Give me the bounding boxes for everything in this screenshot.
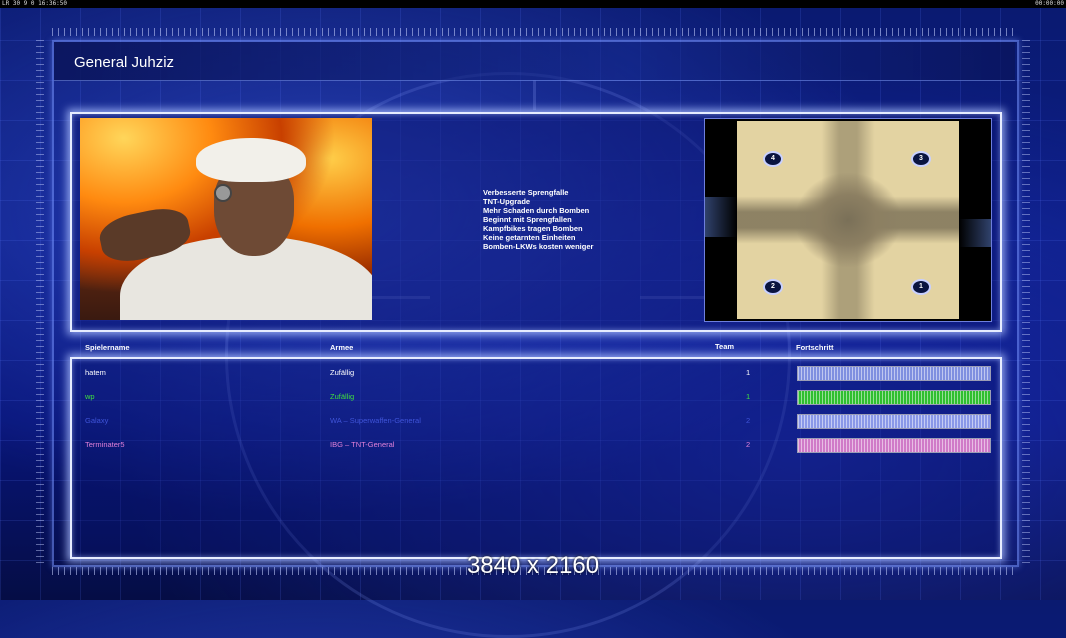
progress-bar xyxy=(797,390,991,405)
status-bar: LR 30 9 0 16:36:50 00:00:00 xyxy=(0,0,1066,8)
player-team: 2 xyxy=(746,440,751,449)
player-name: Galaxy xyxy=(85,416,109,425)
player-row: Galaxy WA – Superwaffen-General 2 xyxy=(0,413,1066,429)
ruler-right xyxy=(1022,40,1030,563)
portrait-earpiece xyxy=(214,184,232,202)
progress-fill xyxy=(798,439,990,452)
portrait-turban xyxy=(196,138,306,182)
player-team: 1 xyxy=(746,392,751,401)
map-preview: 4 3 2 1 xyxy=(704,118,992,322)
player-name: Terminater5 xyxy=(85,440,125,449)
briefing-line: Bomben-LKWs kosten weniger xyxy=(483,242,594,251)
header-team: Team xyxy=(715,342,735,351)
player-team: 1 xyxy=(746,368,751,377)
spawn-marker-4: 4 xyxy=(763,151,783,167)
player-army: WA – Superwaffen-General xyxy=(330,416,421,425)
progress-fill xyxy=(798,415,990,428)
spawn-marker-3: 3 xyxy=(911,151,931,167)
player-list-panel xyxy=(70,357,1002,559)
player-name: wp xyxy=(85,392,95,401)
spawn-marker-2: 2 xyxy=(763,279,783,295)
progress-bar xyxy=(797,438,991,453)
header-army: Armee xyxy=(330,343,354,352)
status-left: LR 30 9 0 16:36:50 xyxy=(2,0,68,7)
spawn-marker-1: 1 xyxy=(911,279,931,295)
resolution-overlay: 3840 x 2160 xyxy=(466,552,600,579)
map-terrain: 4 3 2 1 xyxy=(737,121,959,319)
status-clock: 00:00:00 xyxy=(1035,0,1064,7)
ruler-left xyxy=(36,40,44,563)
map-edge-right xyxy=(959,219,991,247)
player-army: Zufällig xyxy=(330,392,355,401)
player-row: hatem Zufällig 1 xyxy=(0,365,1066,381)
header-progress: Fortschritt xyxy=(796,343,834,352)
general-portrait xyxy=(80,118,372,320)
player-army: Zufällig xyxy=(330,368,355,377)
player-team: 2 xyxy=(746,416,751,425)
briefing-line: Keine getarnten Einheiten xyxy=(483,233,576,242)
progress-fill xyxy=(798,367,990,380)
progress-bar xyxy=(797,366,991,381)
header-player-name: Spielername xyxy=(85,343,130,352)
briefing-line: Kampfbikes tragen Bomben xyxy=(483,224,583,233)
player-army: IBG – TNT-General xyxy=(330,440,395,449)
map-edge-left xyxy=(705,197,737,237)
title-band xyxy=(54,42,1015,81)
briefing-line: Beginnt mit Sprengfallen xyxy=(483,215,572,224)
player-name: hatem xyxy=(85,368,106,377)
general-title: General Juhziz xyxy=(74,54,175,71)
briefing-line: Verbesserte Sprengfalle xyxy=(483,188,569,197)
briefing-line: TNT-Upgrade xyxy=(483,197,531,206)
player-row: wp Zufällig 1 xyxy=(0,389,1066,405)
briefing-text: Verbesserte Sprengfalle TNT-Upgrade Mehr… xyxy=(483,188,593,251)
briefing-line: Mehr Schaden durch Bomben xyxy=(483,206,590,215)
ruler-top xyxy=(52,28,1015,36)
player-row: Terminater5 IBG – TNT-General 2 xyxy=(0,437,1066,453)
progress-fill xyxy=(798,391,990,404)
progress-bar xyxy=(797,414,991,429)
